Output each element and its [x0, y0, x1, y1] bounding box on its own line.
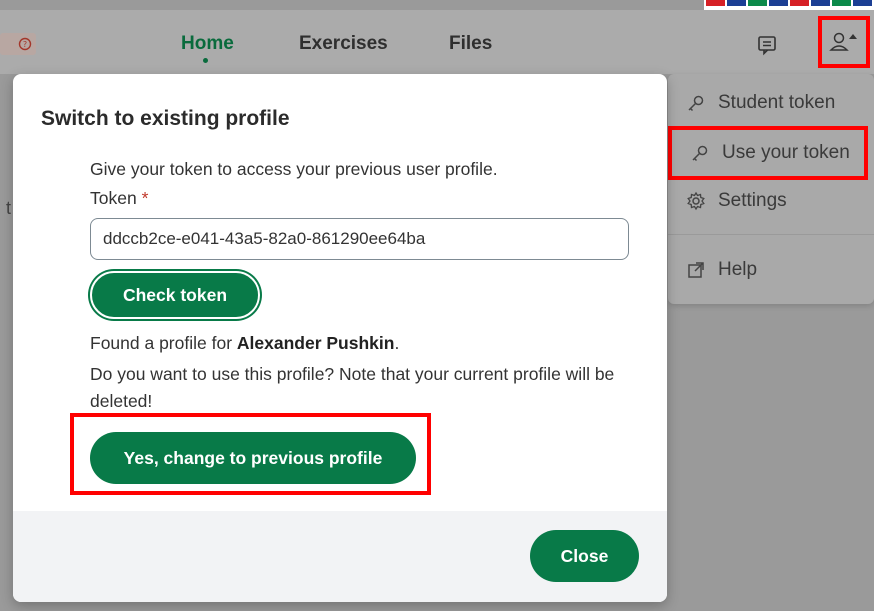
confirm-question-text: Do you want to use this profile? Note th… [90, 364, 615, 411]
required-marker: * [141, 188, 149, 208]
key-icon [686, 93, 718, 113]
found-profile-name: Alexander Pushkin [236, 333, 395, 353]
user-caret-icon [827, 28, 861, 56]
close-button[interactable]: Close [530, 530, 639, 582]
profile-menu-button[interactable] [818, 16, 870, 68]
menu-item-label: Student token [718, 92, 836, 113]
external-link-icon [686, 260, 718, 280]
token-label-text: Token [90, 188, 137, 208]
found-profile-text: Found a profile for Alexander Pushkin. [90, 333, 399, 354]
menu-item-help[interactable]: Help [668, 247, 874, 293]
feedback-button[interactable] [752, 30, 782, 60]
menu-item-label: Settings [718, 190, 787, 211]
left-edge-icons[interactable]: ? [0, 33, 36, 55]
token-field-label: Token * [90, 188, 148, 209]
brand-color-strip [704, 0, 874, 10]
top-navigation-bar [0, 10, 874, 74]
message-icon [756, 34, 778, 56]
partial-text: t [6, 198, 12, 218]
check-token-button[interactable]: Check token [90, 271, 260, 319]
switch-profile-dialog: Switch to existing profile Give your tok… [13, 74, 667, 602]
menu-item-settings[interactable]: Settings [668, 178, 874, 224]
found-suffix: . [394, 333, 400, 353]
active-indicator [203, 58, 208, 63]
menu-divider [668, 234, 874, 235]
menu-item-use-your-token[interactable]: Use your token [668, 126, 868, 180]
nav-files[interactable]: Files [449, 33, 492, 55]
menu-item-student-token[interactable]: Student token [668, 80, 874, 126]
gear-icon [686, 191, 718, 211]
nav-exercises[interactable]: Exercises [299, 33, 388, 55]
confirm-change-profile-button[interactable]: Yes, change to previous profile [90, 432, 416, 484]
key-icon [690, 143, 722, 163]
dialog-intro-text: Give your token to access your previous … [90, 159, 498, 179]
menu-item-label: Use your token [722, 142, 850, 163]
found-prefix: Found a profile for [90, 333, 237, 353]
dialog-title: Switch to existing profile [41, 107, 290, 130]
menu-item-label: Help [718, 259, 758, 280]
profile-dropdown-menu: Student token Use your token Settings He… [668, 74, 874, 304]
nav-home[interactable]: Home [181, 33, 234, 55]
token-input[interactable] [90, 218, 629, 260]
svg-text:?: ? [23, 40, 27, 49]
help-circle-icon[interactable]: ? [18, 37, 32, 51]
